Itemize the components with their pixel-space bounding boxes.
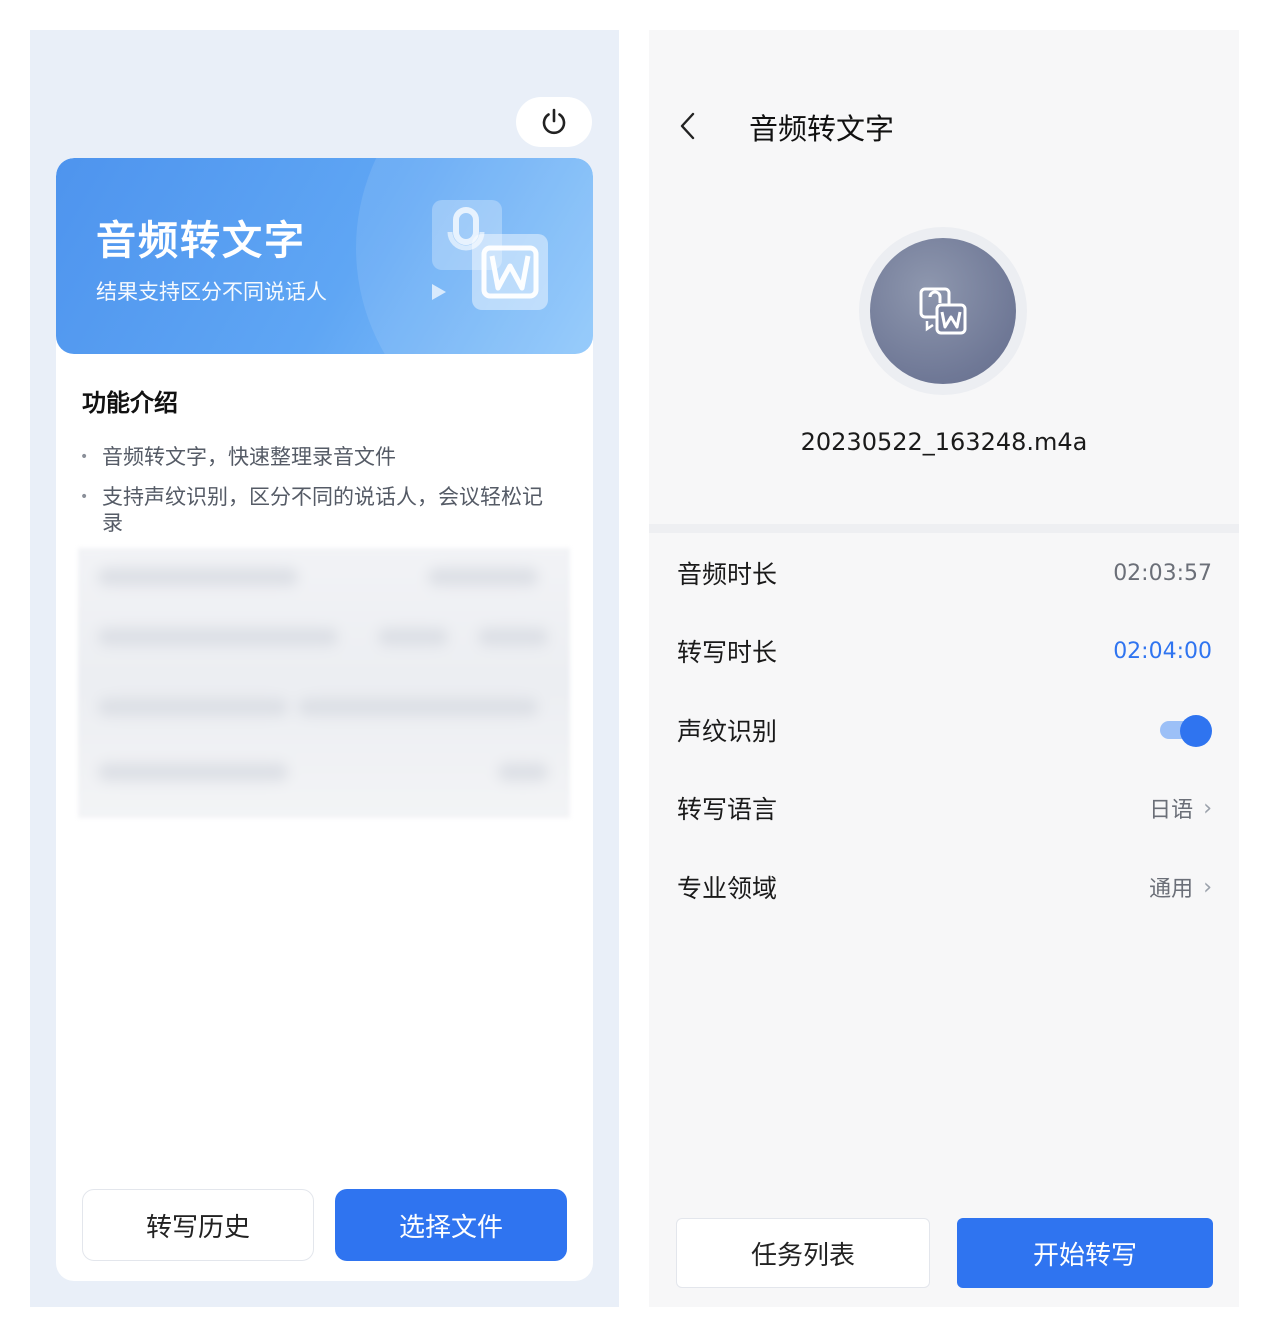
domain-value-wrap: 通用 › — [1149, 871, 1212, 903]
blurred-content — [78, 548, 570, 818]
row-label: 转写时长 — [677, 638, 778, 667]
row-label: 音频时长 — [677, 560, 778, 589]
page-title: 音频转文字 — [749, 112, 895, 146]
toggle-knob — [1180, 715, 1212, 747]
main-card: 音频转文字 结果支持区分不同说话人 功能介绍 音频转文字，快速整理录音文件 支持… — [56, 158, 593, 1281]
audio-to-text-home-screen: 音频转文字 结果支持区分不同说话人 功能介绍 音频转文字，快速整理录音文件 支持… — [30, 30, 619, 1307]
voiceprint-toggle[interactable] — [1160, 715, 1212, 747]
language-value-wrap: 日语 › — [1149, 792, 1212, 824]
back-button[interactable] — [679, 104, 709, 148]
file-name: 20230522_163248.m4a — [800, 428, 1088, 456]
audio-file-avatar — [870, 238, 1016, 384]
start-transcription-button[interactable]: 开始转写 — [957, 1218, 1213, 1288]
row-label: 转写语言 — [677, 795, 778, 824]
audio-to-word-illustration-icon — [432, 200, 548, 310]
transcription-duration-value: 02:04:00 — [1113, 638, 1212, 664]
hero-subtitle: 结果支持区分不同说话人 — [96, 280, 327, 304]
task-list-button[interactable]: 任务列表 — [676, 1218, 930, 1288]
voiceprint-recognition-row: 声纹识别 — [677, 705, 1212, 755]
chevron-left-icon — [680, 112, 695, 140]
power-button[interactable] — [516, 97, 592, 147]
transcription-language-row[interactable]: 转写语言 日语 › — [677, 783, 1212, 833]
language-value: 日语 — [1149, 798, 1194, 823]
chevron-right-icon: › — [1203, 795, 1212, 821]
audio-to-word-icon — [919, 287, 967, 335]
intro-list: 音频转文字，快速整理录音文件 支持声纹识别，区分不同的说话人，会议轻松记录 — [80, 444, 560, 550]
hero-banner: 音频转文字 结果支持区分不同说话人 — [56, 158, 593, 354]
row-label: 专业领域 — [677, 874, 778, 903]
intro-item: 支持声纹识别，区分不同的说话人，会议轻松记录 — [80, 484, 560, 536]
audio-duration-row: 音频时长 02:03:57 — [677, 548, 1212, 598]
intro-item: 音频转文字，快速整理录音文件 — [80, 444, 560, 470]
intro-title: 功能介绍 — [82, 389, 178, 417]
chevron-right-icon: › — [1203, 874, 1212, 900]
domain-value: 通用 — [1149, 877, 1194, 902]
audio-to-text-settings-screen: 音频转文字 20230522_163248.m4a 音频时长 02:03:57 … — [649, 30, 1239, 1307]
audio-duration-value: 02:03:57 — [1113, 560, 1212, 586]
choose-file-button[interactable]: 选择文件 — [335, 1189, 567, 1261]
transcription-duration-row: 转写时长 02:04:00 — [677, 626, 1212, 676]
row-label: 声纹识别 — [677, 717, 778, 746]
transcription-history-button[interactable]: 转写历史 — [82, 1189, 314, 1261]
professional-domain-row[interactable]: 专业领域 通用 › — [677, 862, 1212, 912]
power-icon — [542, 108, 566, 135]
section-divider — [649, 524, 1239, 533]
hero-title: 音频转文字 — [96, 218, 306, 264]
